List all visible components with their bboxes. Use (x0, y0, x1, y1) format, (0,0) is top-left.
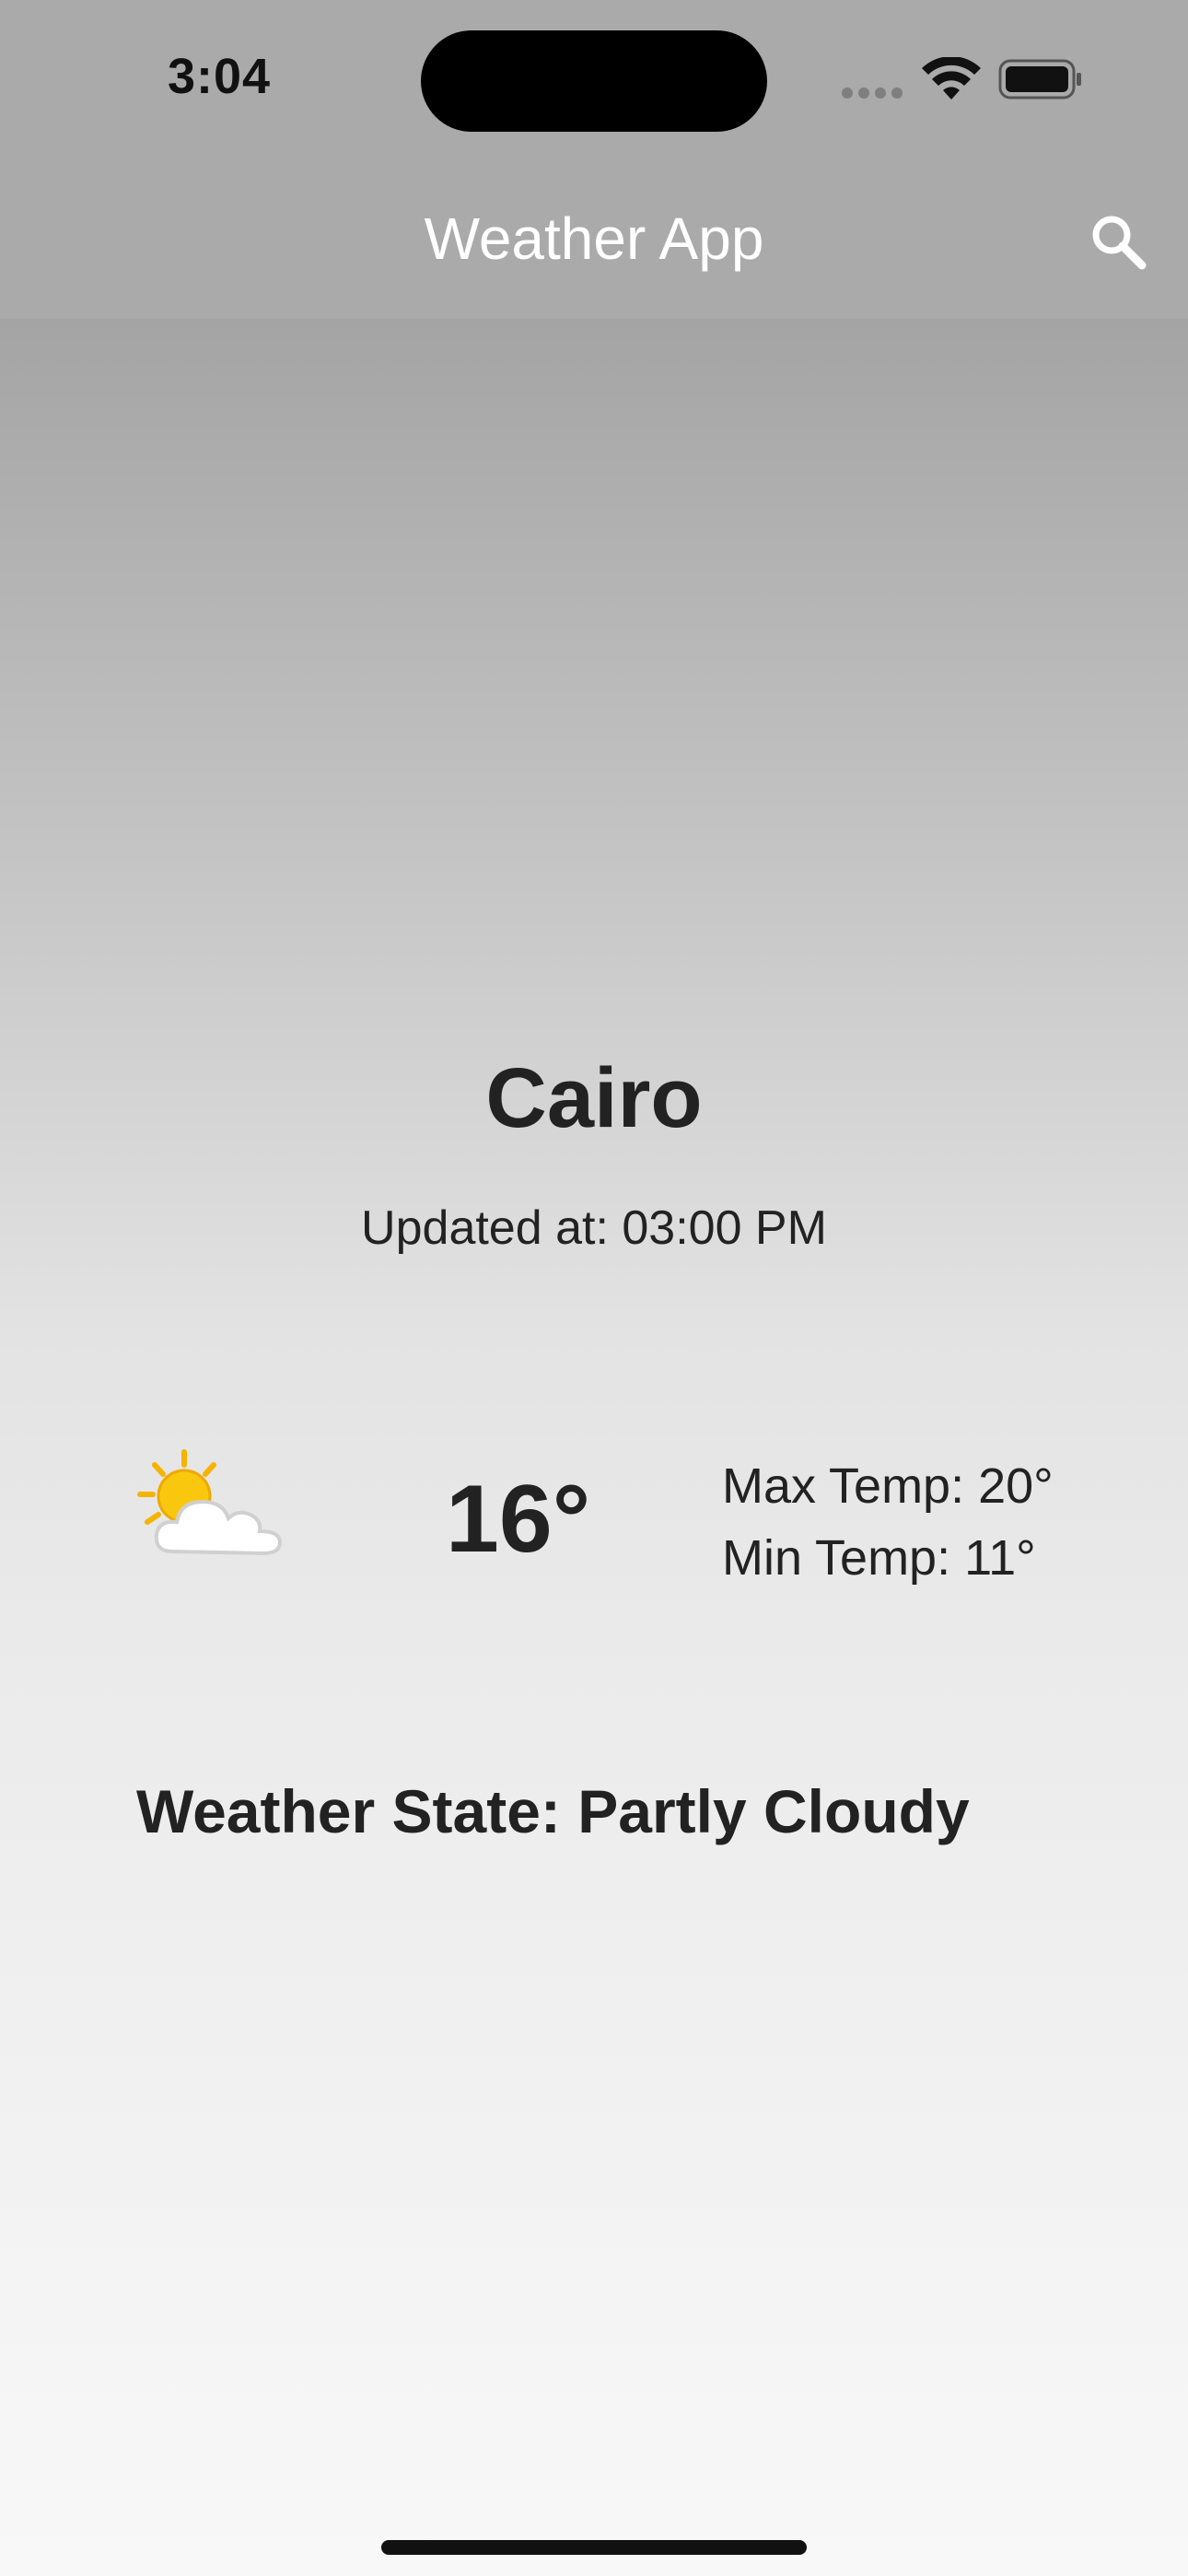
max-temperature: Max Temp: 20° (722, 1458, 1054, 1514)
battery-icon (998, 59, 1083, 104)
status-bar: 3:04 (0, 0, 1188, 171)
partly-cloudy-icon (136, 1448, 287, 1567)
wifi-icon (921, 56, 982, 108)
app-title: Weather App (424, 205, 764, 272)
search-button[interactable] (1087, 210, 1151, 275)
cellular-signal-icon (842, 87, 908, 103)
city-name: Cairo (485, 1051, 703, 1145)
status-time: 3:04 (168, 49, 272, 104)
home-indicator[interactable] (381, 2540, 807, 2555)
search-icon (1092, 216, 1147, 270)
updated-time: Updated at: 03:00 PM (361, 1201, 827, 1255)
weather-content (0, 319, 1188, 2576)
current-temperature: 16° (446, 1466, 591, 1573)
min-temperature: Min Temp: 11° (722, 1530, 1036, 1586)
dynamic-island (421, 30, 767, 132)
temperature-range: Max Temp: 20° Min Temp: 11° (722, 1450, 1054, 1594)
weather-state: Weather State: Partly Cloudy (136, 1777, 970, 1845)
